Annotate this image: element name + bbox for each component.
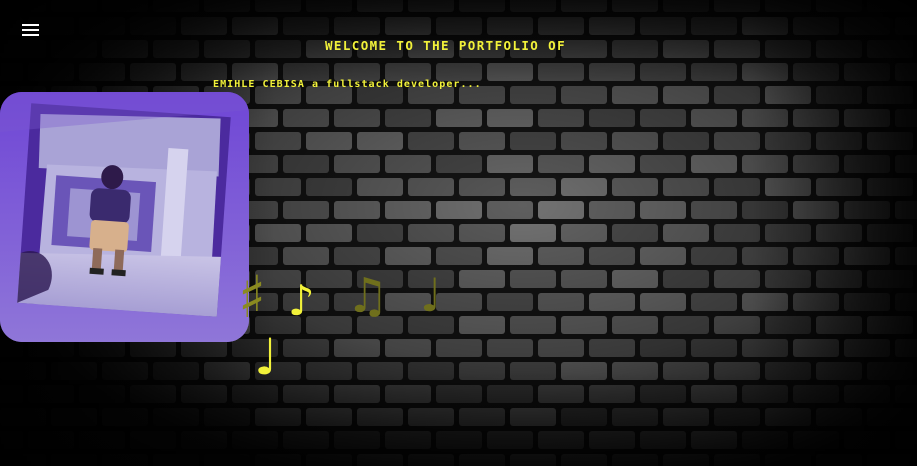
hamburger-menu-icon[interactable] [22,24,41,40]
profile-photo-card [0,92,249,342]
page-title: WELCOME TO THE PORTFOLIO OF [325,38,566,53]
profile-photo [0,92,249,342]
menu-bar-middle [22,29,39,31]
page-subtitle: EMIHLE CEBISA a fullstack developer... [213,79,482,90]
page-background: WELCOME TO THE PORTFOLIO OF EMIHLE CEBIS… [0,0,917,466]
menu-bar-bottom [22,34,39,36]
menu-bar-top [22,24,39,26]
